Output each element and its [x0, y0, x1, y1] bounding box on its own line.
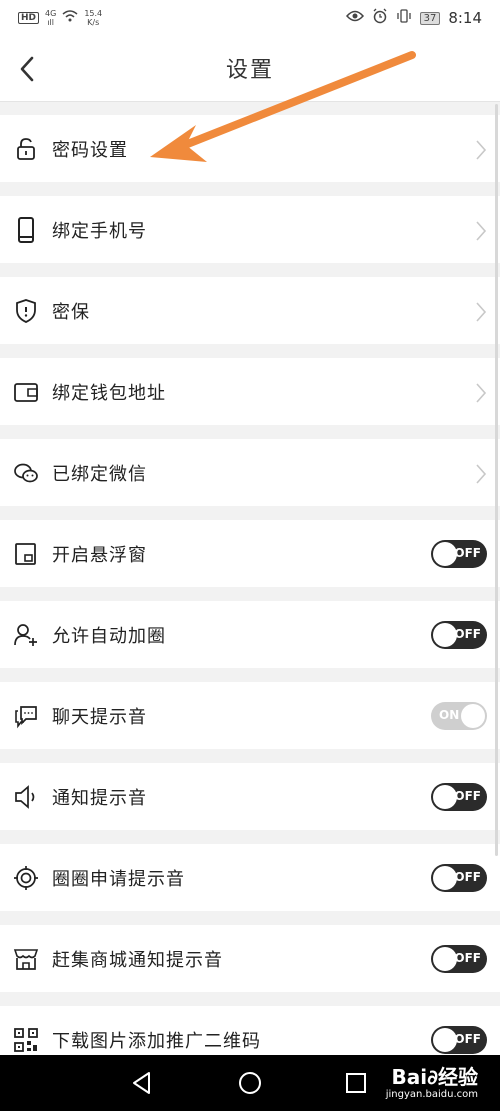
chevron-right-icon	[476, 383, 487, 403]
alarm-icon	[372, 8, 388, 28]
floating-window-icon	[15, 543, 36, 565]
settings-row-wallet[interactable]: 绑定钱包地址	[0, 358, 500, 425]
watermark-brand: Bai∂经验	[391, 1065, 478, 1089]
page-title: 设置	[225, 58, 274, 83]
back-triangle-icon[interactable]	[128, 1069, 156, 1097]
speaker-icon	[15, 785, 35, 809]
settings-row-label: 下载图片添加推广二维码	[52, 1031, 261, 1052]
store-icon	[13, 949, 39, 970]
wifi-icon	[62, 9, 78, 27]
market-sound-toggle[interactable]: OFF	[431, 945, 487, 973]
network-speed: 15.4 K/s	[84, 9, 102, 27]
scrollbar[interactable]	[495, 104, 498, 856]
toggle-knob	[433, 542, 457, 566]
notification-sound-toggle[interactable]: OFF	[431, 783, 487, 811]
hd-indicator: HD	[18, 12, 40, 24]
toggle-knob	[461, 704, 485, 728]
settings-row-market-sound: 赶集商城通知提示音 OFF	[0, 925, 500, 992]
toggle-knob	[433, 947, 457, 971]
settings-row-label: 密保	[52, 302, 90, 323]
auto-join-toggle[interactable]: OFF	[431, 621, 487, 649]
chevron-right-icon	[476, 464, 487, 484]
settings-row-label: 密码设置	[52, 140, 128, 161]
settings-row-bind-phone[interactable]: 绑定手机号	[0, 196, 500, 263]
settings-row-label: 通知提示音	[52, 788, 147, 809]
chat-sound-toggle[interactable]: ON	[431, 702, 487, 730]
settings-row-notification-sound: 通知提示音 OFF	[0, 763, 500, 830]
vibrate-icon	[396, 9, 412, 27]
clock: 8:14	[448, 9, 482, 27]
add-user-icon	[14, 624, 37, 646]
toggle-state: OFF	[454, 951, 481, 965]
settings-row-label: 允许自动加圈	[52, 626, 166, 647]
recents-square-icon[interactable]	[342, 1069, 370, 1097]
home-circle-icon[interactable]	[236, 1069, 264, 1097]
settings-row-label: 绑定钱包地址	[52, 383, 166, 404]
settings-row-circle-request-sound: 圈圈申请提示音 OFF	[0, 844, 500, 911]
chevron-right-icon	[476, 140, 487, 160]
settings-row-floating-window: 开启悬浮窗 OFF	[0, 520, 500, 587]
settings-row-password[interactable]: 密码设置	[0, 115, 500, 182]
floating-window-toggle[interactable]: OFF	[431, 540, 487, 568]
settings-row-label: 赶集商城通知提示音	[52, 950, 223, 971]
network-type: 4G	[45, 9, 57, 18]
watermark-url: jingyan.baidu.com	[385, 1089, 478, 1100]
toggle-knob	[433, 866, 457, 890]
battery-indicator: 37	[419, 11, 441, 25]
toggle-knob	[433, 785, 457, 809]
signal-bars: ıll	[47, 18, 54, 27]
chevron-right-icon	[476, 302, 487, 322]
toggle-state: ON	[439, 708, 460, 722]
toggle-knob	[433, 623, 457, 647]
settings-row-wechat[interactable]: 已绑定微信	[0, 439, 500, 506]
settings-row-label: 圈圈申请提示音	[52, 869, 185, 890]
qr-watermark-toggle[interactable]: OFF	[431, 1026, 487, 1054]
target-icon	[14, 866, 38, 890]
chevron-right-icon	[476, 221, 487, 241]
circle-request-sound-toggle[interactable]: OFF	[431, 864, 487, 892]
lock-icon	[17, 138, 35, 160]
toggle-knob	[433, 1028, 457, 1052]
settings-row-auto-join: 允许自动加圈 OFF	[0, 601, 500, 668]
settings-row-label: 开启悬浮窗	[52, 545, 147, 566]
speed-value: 15.4	[84, 9, 103, 18]
toggle-state: OFF	[454, 546, 481, 560]
settings-row-label: 绑定手机号	[52, 221, 147, 242]
wallet-icon	[14, 383, 38, 402]
settings-row-label: 已绑定微信	[52, 464, 147, 485]
wechat-icon	[14, 463, 38, 483]
settings-list: 密码设置 绑定手机号 密保 绑定钱包地址 已绑定微信 开启悬浮窗 OFF 允许自…	[0, 115, 500, 1087]
shield-icon	[16, 299, 36, 323]
toggle-state: OFF	[454, 1032, 481, 1046]
chat-icon	[15, 706, 37, 729]
phone-icon	[18, 217, 34, 243]
toggle-state: OFF	[454, 627, 481, 641]
toggle-state: OFF	[454, 789, 481, 803]
toggle-state: OFF	[454, 870, 481, 884]
speed-unit: K/s	[87, 18, 100, 27]
qr-code-icon	[14, 1028, 38, 1052]
settings-row-security-question[interactable]: 密保	[0, 277, 500, 344]
network-indicator: 4G ıll	[45, 9, 56, 27]
status-bar: HD 4G ıll 15.4 K/s 37 8:14	[0, 0, 500, 36]
settings-row-label: 聊天提示音	[52, 707, 147, 728]
system-nav-bar: Bai∂经验 jingyan.baidu.com	[0, 1055, 500, 1111]
eye-icon	[345, 10, 364, 26]
app-header: 设置	[0, 36, 500, 102]
settings-row-chat-sound: 聊天提示音 ON	[0, 682, 500, 749]
